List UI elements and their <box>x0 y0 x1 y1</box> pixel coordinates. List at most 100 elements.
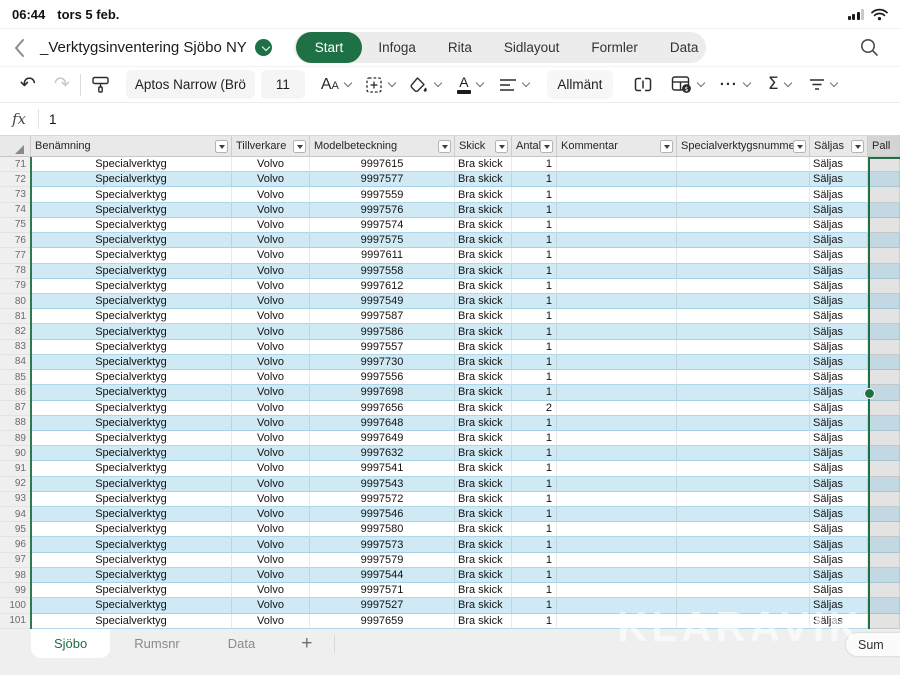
cell[interactable]: Specialverktyg <box>31 157 232 172</box>
cell[interactable] <box>868 446 900 461</box>
cell[interactable]: 9997546 <box>310 507 455 522</box>
cell[interactable]: Volvo <box>232 431 310 446</box>
undo-button[interactable]: ↶ <box>20 70 36 100</box>
cell[interactable] <box>557 446 677 461</box>
column-header-6[interactable]: Kommentar <box>557 136 677 157</box>
cell[interactable]: 9997659 <box>310 614 455 629</box>
cell[interactable]: Volvo <box>232 416 310 431</box>
cell[interactable]: Volvo <box>232 203 310 218</box>
cell[interactable]: 9997575 <box>310 233 455 248</box>
cell[interactable]: Säljas <box>810 187 868 202</box>
cell[interactable] <box>677 431 810 446</box>
cell[interactable]: 1 <box>512 218 557 233</box>
cell[interactable]: 1 <box>512 598 557 613</box>
cell[interactable]: Volvo <box>232 370 310 385</box>
cell[interactable] <box>677 583 810 598</box>
cell[interactable]: Specialverktyg <box>31 355 232 370</box>
cell[interactable]: Säljas <box>810 385 868 400</box>
cell[interactable] <box>868 401 900 416</box>
cell[interactable] <box>868 324 900 339</box>
filter-button[interactable] <box>215 140 228 153</box>
cell[interactable]: 9997648 <box>310 416 455 431</box>
cell[interactable]: 9997579 <box>310 553 455 568</box>
cell[interactable]: Volvo <box>232 537 310 552</box>
cell[interactable]: Specialverktyg <box>31 294 232 309</box>
cell[interactable] <box>677 507 810 522</box>
cell[interactable]: 9997574 <box>310 218 455 233</box>
filter-button[interactable] <box>793 140 806 153</box>
cell[interactable]: 1 <box>512 583 557 598</box>
cell[interactable]: Bra skick <box>455 279 512 294</box>
row-header[interactable]: 94 <box>0 507 31 522</box>
cell[interactable] <box>677 553 810 568</box>
cell[interactable] <box>677 355 810 370</box>
cell[interactable]: 1 <box>512 355 557 370</box>
cell[interactable] <box>868 477 900 492</box>
cell[interactable]: Säljas <box>810 568 868 583</box>
cell[interactable]: Specialverktyg <box>31 477 232 492</box>
row-header[interactable]: 83 <box>0 340 31 355</box>
cell[interactable]: Bra skick <box>455 507 512 522</box>
cell[interactable] <box>677 401 810 416</box>
cell[interactable] <box>868 614 900 629</box>
cell[interactable]: Säljas <box>810 294 868 309</box>
cell[interactable]: Specialverktyg <box>31 583 232 598</box>
cell[interactable]: Säljas <box>810 583 868 598</box>
cell[interactable]: Säljas <box>810 233 868 248</box>
cell[interactable]: Volvo <box>232 248 310 263</box>
cell[interactable]: 1 <box>512 370 557 385</box>
cell[interactable]: Specialverktyg <box>31 446 232 461</box>
cell[interactable]: Säljas <box>810 598 868 613</box>
cell[interactable]: Volvo <box>232 218 310 233</box>
select-all-corner[interactable] <box>0 136 31 157</box>
cell[interactable]: Bra skick <box>455 264 512 279</box>
cell[interactable]: Säljas <box>810 537 868 552</box>
cell[interactable] <box>868 583 900 598</box>
cell[interactable]: Bra skick <box>455 416 512 431</box>
cell[interactable]: Specialverktyg <box>31 264 232 279</box>
cell[interactable]: Bra skick <box>455 355 512 370</box>
cell[interactable]: Volvo <box>232 522 310 537</box>
autosum-button[interactable]: Σ <box>768 70 791 100</box>
cell[interactable]: 9997559 <box>310 187 455 202</box>
borders-button[interactable] <box>365 70 395 100</box>
cell[interactable]: 1 <box>512 264 557 279</box>
cell[interactable]: Specialverktyg <box>31 461 232 476</box>
cell[interactable]: Säljas <box>810 203 868 218</box>
cell[interactable]: 2 <box>512 401 557 416</box>
tab-infoga[interactable]: Infoga <box>362 32 432 63</box>
row-header[interactable]: 86 <box>0 385 31 400</box>
cell[interactable]: Säljas <box>810 279 868 294</box>
cell[interactable]: Specialverktyg <box>31 416 232 431</box>
cell[interactable] <box>677 614 810 629</box>
cell[interactable]: Bra skick <box>455 477 512 492</box>
cell[interactable]: Specialverktyg <box>31 568 232 583</box>
cell[interactable] <box>868 172 900 187</box>
cell[interactable] <box>677 416 810 431</box>
cell[interactable]: Specialverktyg <box>31 218 232 233</box>
cell[interactable]: 9997580 <box>310 522 455 537</box>
cell[interactable]: 1 <box>512 233 557 248</box>
cell[interactable]: 9997527 <box>310 598 455 613</box>
document-menu-button[interactable] <box>255 39 272 56</box>
column-header-2[interactable]: Tillverkare <box>232 136 310 157</box>
cell[interactable]: 1 <box>512 461 557 476</box>
tab-rita[interactable]: Rita <box>432 32 488 63</box>
row-header[interactable]: 80 <box>0 294 31 309</box>
cell[interactable]: Bra skick <box>455 522 512 537</box>
fx-icon[interactable]: fx <box>0 110 38 128</box>
cell[interactable]: Säljas <box>810 309 868 324</box>
cell[interactable]: Bra skick <box>455 461 512 476</box>
cell[interactable]: 1 <box>512 279 557 294</box>
cell[interactable]: Volvo <box>232 507 310 522</box>
cell[interactable]: Säljas <box>810 416 868 431</box>
row-header[interactable]: 99 <box>0 583 31 598</box>
sum-status-pill[interactable]: Sum <box>845 632 900 657</box>
cell[interactable]: 9997573 <box>310 537 455 552</box>
cell[interactable]: Säljas <box>810 324 868 339</box>
row-header[interactable]: 71 <box>0 157 31 172</box>
cell[interactable]: Bra skick <box>455 431 512 446</box>
cell[interactable]: 9997558 <box>310 264 455 279</box>
row-header[interactable]: 89 <box>0 431 31 446</box>
cell[interactable]: Volvo <box>232 446 310 461</box>
